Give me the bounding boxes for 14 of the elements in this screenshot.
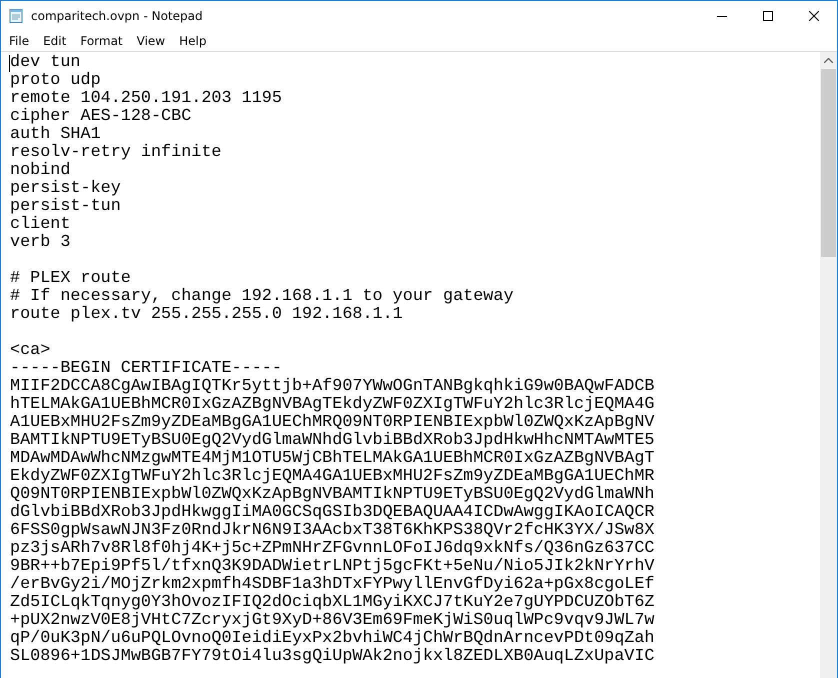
- menu-item[interactable]: Edit: [36, 32, 74, 50]
- menu-item[interactable]: View: [130, 32, 172, 50]
- scrollbar-thumb[interactable]: [821, 69, 836, 257]
- scroll-up-icon[interactable]: [824, 58, 833, 63]
- menu-item[interactable]: Format: [73, 32, 130, 50]
- text-cursor: [9, 55, 10, 72]
- menu-item[interactable]: Help: [172, 32, 214, 50]
- close-icon: [809, 11, 819, 21]
- notepad-icon: [8, 8, 24, 24]
- maximize-icon: [763, 11, 773, 21]
- window-title: comparitech.ovpn - Notepad: [31, 9, 203, 23]
- text-content: dev tun proto udp remote 104.250.191.203 1195 cipher AES-128-CBC auth SHA1 resolv-retry infinite nobind persist-key persist-tun client verb 3 # PLEX route # If necessary, change 192.168.1.1 to your gateway route plex.tv 255.255.255.0 192.168.1.1 <ca> -----BEGIN CERTIFICATE----- MIIF2DCCA8CgAwIBAgIQTKr5yttjb+Af907YWwOGnTANBgkqhkiG9w0BAQwFADCB hTELMAkGA1UEBhMCR0IxGzAZBgNVBAgTEkdyZWF0ZXIgTWFuY2hlc3RlcjEQMA4G A1UEBxMHU2FsZm9yZDEaMBgGA1UEChMRQ09NT0RPIENBIExpbWl0ZWQxKzApBgNV BAMTIkNPTU9ETyBSU0EgQ2VydGlmaWNhdGlvbiBBdXRob3JpdHkwHhcNMTAwMTE5 MDAwMDAwWhcNMzgwMTE4MjM1OTU5WjCBhTELMAkGA1UEBhMCR0IxGzAZBgNVBAgT EkdyZWF0ZXIgTWFuY2hlc3RlcjEQMA4GA1UEBxMHU2FsZm9yZDEaMBgGA1UEChMR Q09NT0RPIENBIExpbWl0ZWQxKzApBgNVBAMTIkNPTU9ETyBSU0EgQ2VydGlmaWNh dGlvbiBBdXRob3JpdHkwggIiMA0GCSqGSIb3DQEBAQUAA4ICDwAwggIKAoICAQCR 6FSS0gpWsawNJN3Fz0RndJkrN6N9I3AAcbxT38T6KhKPS38QVr2fcHK3YX/JSw8X pz3jsARh7v8Rl8f0hj4K+j5c+ZPmNHrZFGvnnLOFoIJ6dq9xkNfs/Q36nGz637CC 9BR++b7Epi9Pf5l/tfxnQ3K9DADWietrLNPtj5gcFKt+5eNu/Nio5JIk2kNrYrhV /erBvGy2i/MOjZrkm2xpmfh4SDBF1a3hDTxFYPwyllEnvGfDyi62a+pGx8cgoLEf Zd5ICLqkTqnyg0Y3hOvozIFIQ2dOciqbXL1MGyiKXCJ7tKuY2e7gUYPDCUZObT6Z +pUX2nwzV0E8jVHtC7ZcryxjGt9XyD+86V3Em69FmeKjWiS0uqlWPc9vqv9JWL7w qP/0uK3pN/u6uPQLOvnoQ0IeidiEyxPx2bvhiWC4jChWrBQdnArncevPDt09qZah SL0896+1DSJMwBGB7FY79tOi4lu3sgQiUpWAk2nojkxl8ZEDLXB0AuqLZxUpaVIC: [10, 54, 656, 666]
- vertical-scrollbar[interactable]: [820, 52, 837, 678]
- menu-item[interactable]: File: [2, 32, 36, 50]
